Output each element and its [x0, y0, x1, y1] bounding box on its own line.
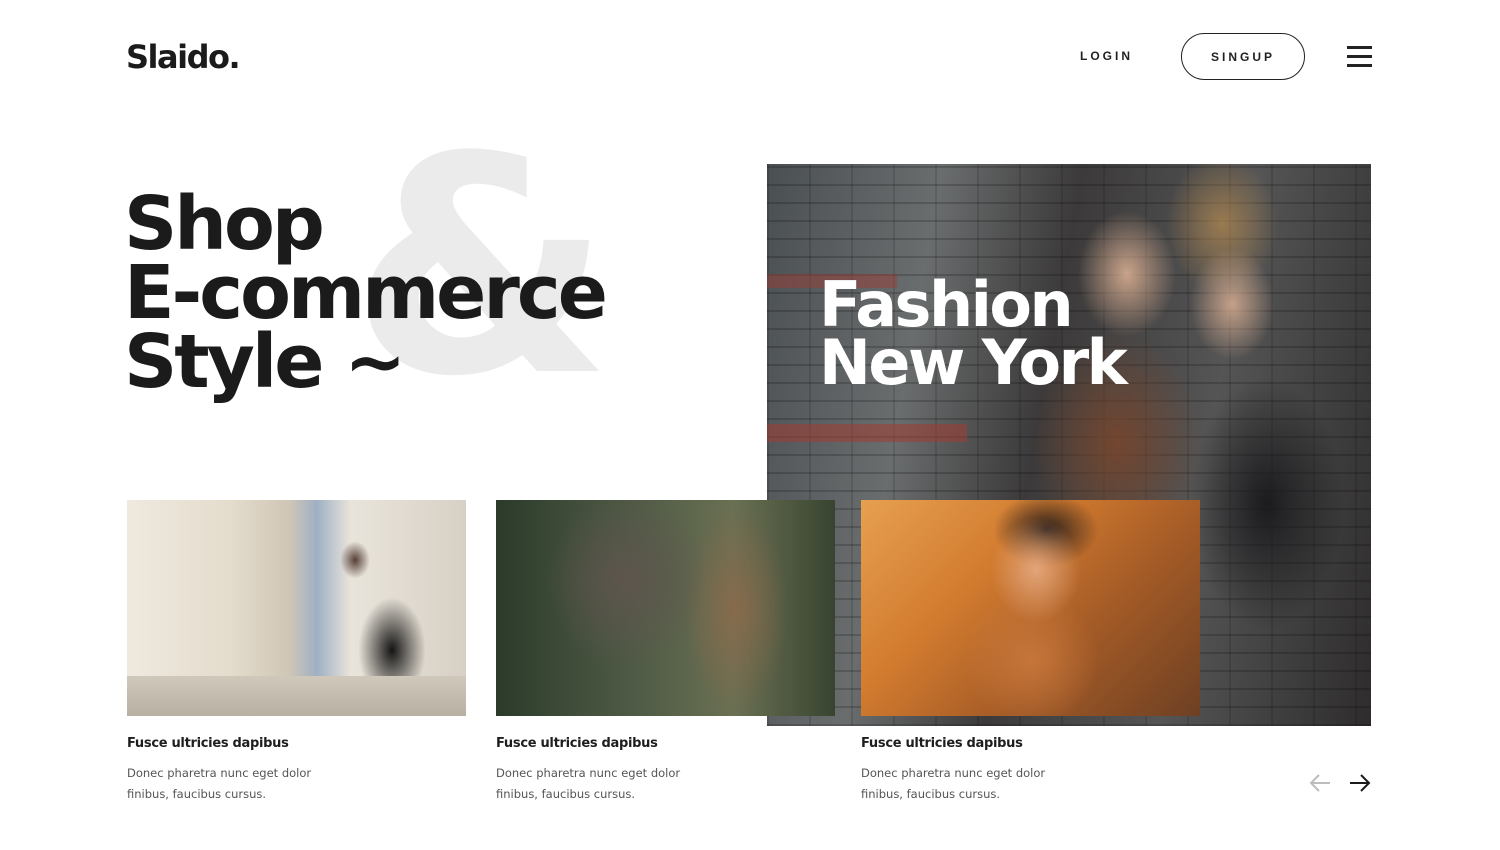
logo[interactable]: Slaido.	[126, 38, 241, 76]
product-title[interactable]: Fusce ultricies dapibus	[861, 736, 1023, 751]
hero-title-line: Style ~	[124, 319, 406, 405]
featured-title: Fashion New York	[819, 274, 1128, 399]
featured-title-line: New York	[819, 326, 1128, 399]
product-card[interactable]: Fusce ultricies dapibus Donec pharetra n…	[127, 500, 467, 801]
product-description: Donec pharetra nunc eget dolor finibus, …	[127, 766, 312, 801]
product-description: Donec pharetra nunc eget dolor finibus, …	[861, 766, 1046, 801]
login-link[interactable]: LOGIN	[1080, 49, 1133, 63]
signup-button[interactable]: SINGUP	[1181, 33, 1305, 80]
hero-title-line: Shop	[124, 181, 325, 267]
product-card[interactable]: Fusce ultricies dapibus Donec pharetra n…	[861, 500, 1201, 801]
hero-title: Shop E-commerce Style ~	[124, 181, 608, 405]
hero-title-line: E-commerce	[124, 250, 608, 336]
product-image[interactable]	[861, 500, 1200, 716]
product-image[interactable]	[496, 500, 835, 716]
product-card[interactable]: Fusce ultricies dapibus Donec pharetra n…	[496, 500, 836, 801]
arrow-right-icon[interactable]	[1348, 772, 1372, 794]
product-title[interactable]: Fusce ultricies dapibus	[127, 736, 289, 751]
arrow-left-icon[interactable]	[1308, 772, 1332, 794]
product-image[interactable]	[127, 500, 466, 716]
product-title[interactable]: Fusce ultricies dapibus	[496, 736, 658, 751]
product-description: Donec pharetra nunc eget dolor finibus, …	[496, 766, 681, 801]
hamburger-menu-icon[interactable]	[1347, 46, 1372, 68]
